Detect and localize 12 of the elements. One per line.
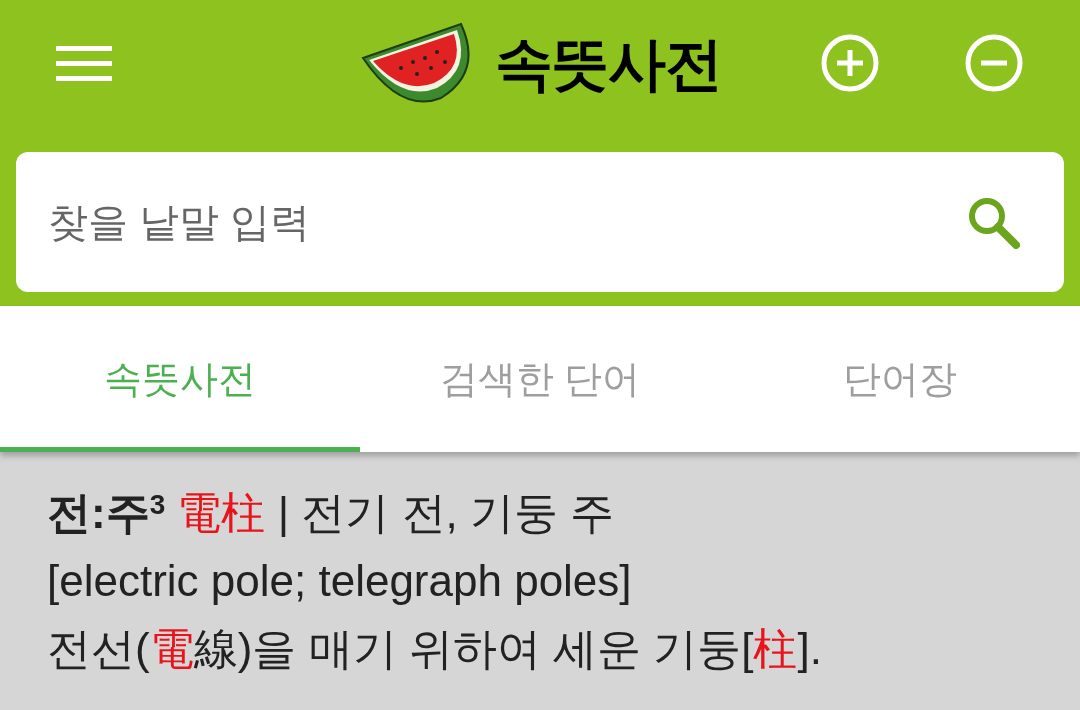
english-translation: [electric pole; telegraph poles]	[47, 555, 633, 607]
app-title: 속뜻사전	[494, 29, 722, 98]
zoom-out-icon[interactable]	[964, 33, 1024, 93]
zoom-in-icon[interactable]	[820, 33, 880, 93]
search-field[interactable]: 찾을 낱말 입력	[16, 152, 1064, 292]
menu-icon[interactable]	[56, 43, 112, 83]
search-icon[interactable]	[966, 195, 1020, 249]
tab[interactable]: 단어장	[720, 306, 1080, 452]
tab[interactable]: 검색한 단어	[360, 306, 720, 452]
tab[interactable]: 속뜻사전	[0, 306, 360, 452]
entry-heading: 전:주$^{3}$ 電柱 | 전기 전, 기둥 주	[47, 487, 616, 539]
definition-text: 전선(電線)을 매기 위하여 세운 기둥[柱].	[47, 623, 823, 675]
